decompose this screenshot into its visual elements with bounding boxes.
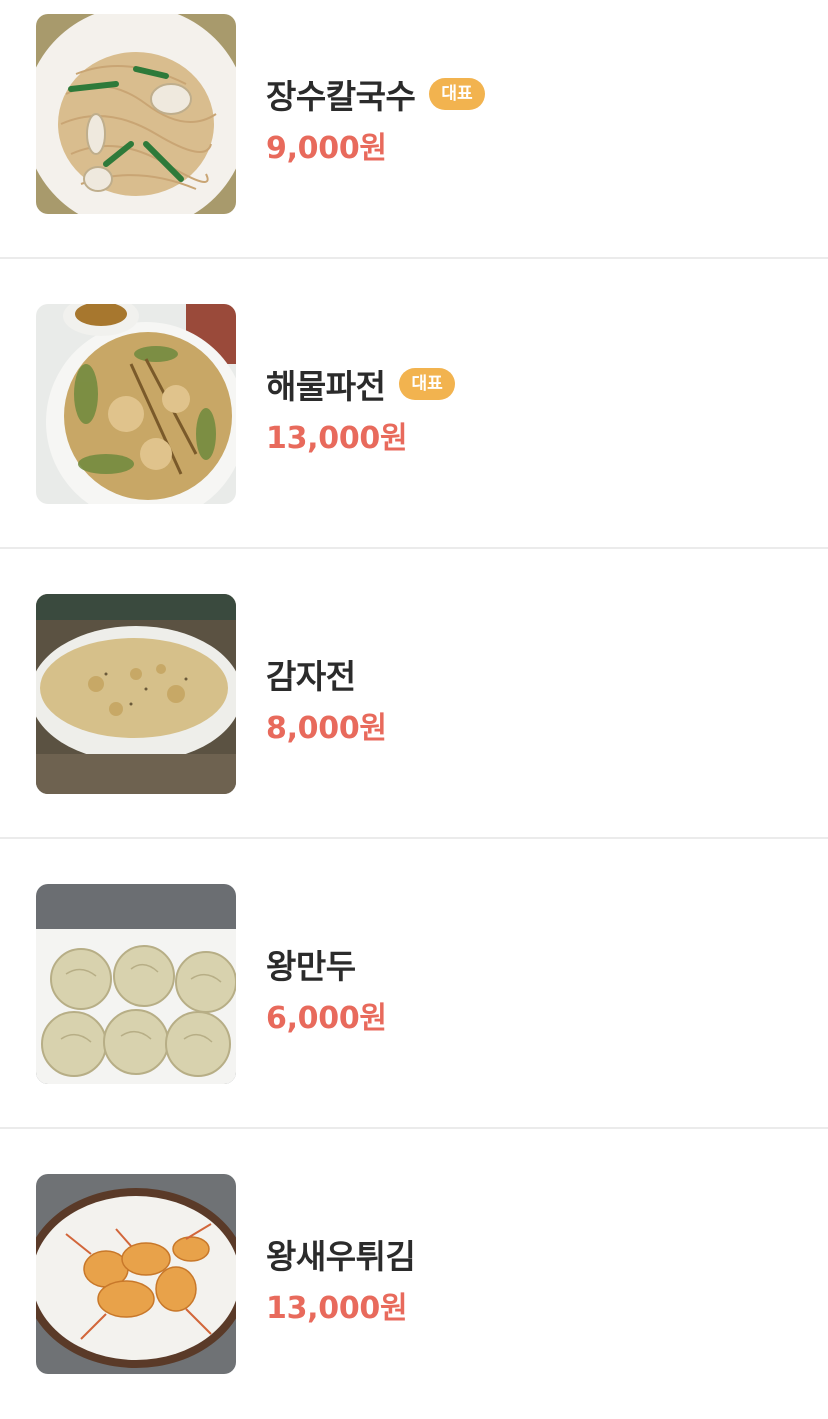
menu-item-price: 6,000원 <box>266 1001 387 1036</box>
menu-item-name: 감자전 <box>266 657 356 696</box>
menu-item-gamjajeon[interactable]: 감자전 8,000원 <box>0 549 828 839</box>
menu-item-name: 장수칼국수 <box>266 77 416 116</box>
signature-badge: 대표 <box>399 368 455 400</box>
menu-item-wangsaeu-twigim[interactable]: 왕새우튀김 13,000원 <box>0 1129 828 1419</box>
menu-item-wangmandu[interactable]: 왕만두 6,000원 <box>0 839 828 1129</box>
dumplings-photo <box>36 884 236 1084</box>
menu-item-price: 13,000원 <box>266 421 408 456</box>
menu-item-info: 감자전 8,000원 <box>266 653 387 747</box>
menu-item-info: 왕만두 6,000원 <box>266 943 387 1037</box>
menu-item-info: 장수칼국수 대표 9,000원 <box>266 73 485 167</box>
menu-item-haemul-pajeon[interactable]: 해물파전 대표 13,000원 <box>0 259 828 549</box>
signature-badge: 대표 <box>429 78 485 110</box>
menu-item-price: 9,000원 <box>266 131 387 166</box>
seafood-pancake-photo <box>36 304 236 504</box>
potato-pancake-photo <box>36 594 236 794</box>
menu-item-name: 해물파전 <box>266 367 386 406</box>
menu-item-name: 왕새우튀김 <box>266 1237 416 1276</box>
menu-item-info: 왕새우튀김 13,000원 <box>266 1233 416 1327</box>
menu-item-name: 왕만두 <box>266 947 356 986</box>
menu-item-price: 8,000원 <box>266 711 387 746</box>
fried-shrimp-photo <box>36 1174 236 1374</box>
menu-item-kalguksu[interactable]: 장수칼국수 대표 9,000원 <box>0 0 828 259</box>
menu-list: 장수칼국수 대표 9,000원 해물파전 대표 13,000원 감자전 8,00… <box>0 0 828 1419</box>
menu-item-price: 13,000원 <box>266 1291 408 1326</box>
noodle-dish-photo <box>36 14 236 214</box>
menu-item-info: 해물파전 대표 13,000원 <box>266 363 455 457</box>
